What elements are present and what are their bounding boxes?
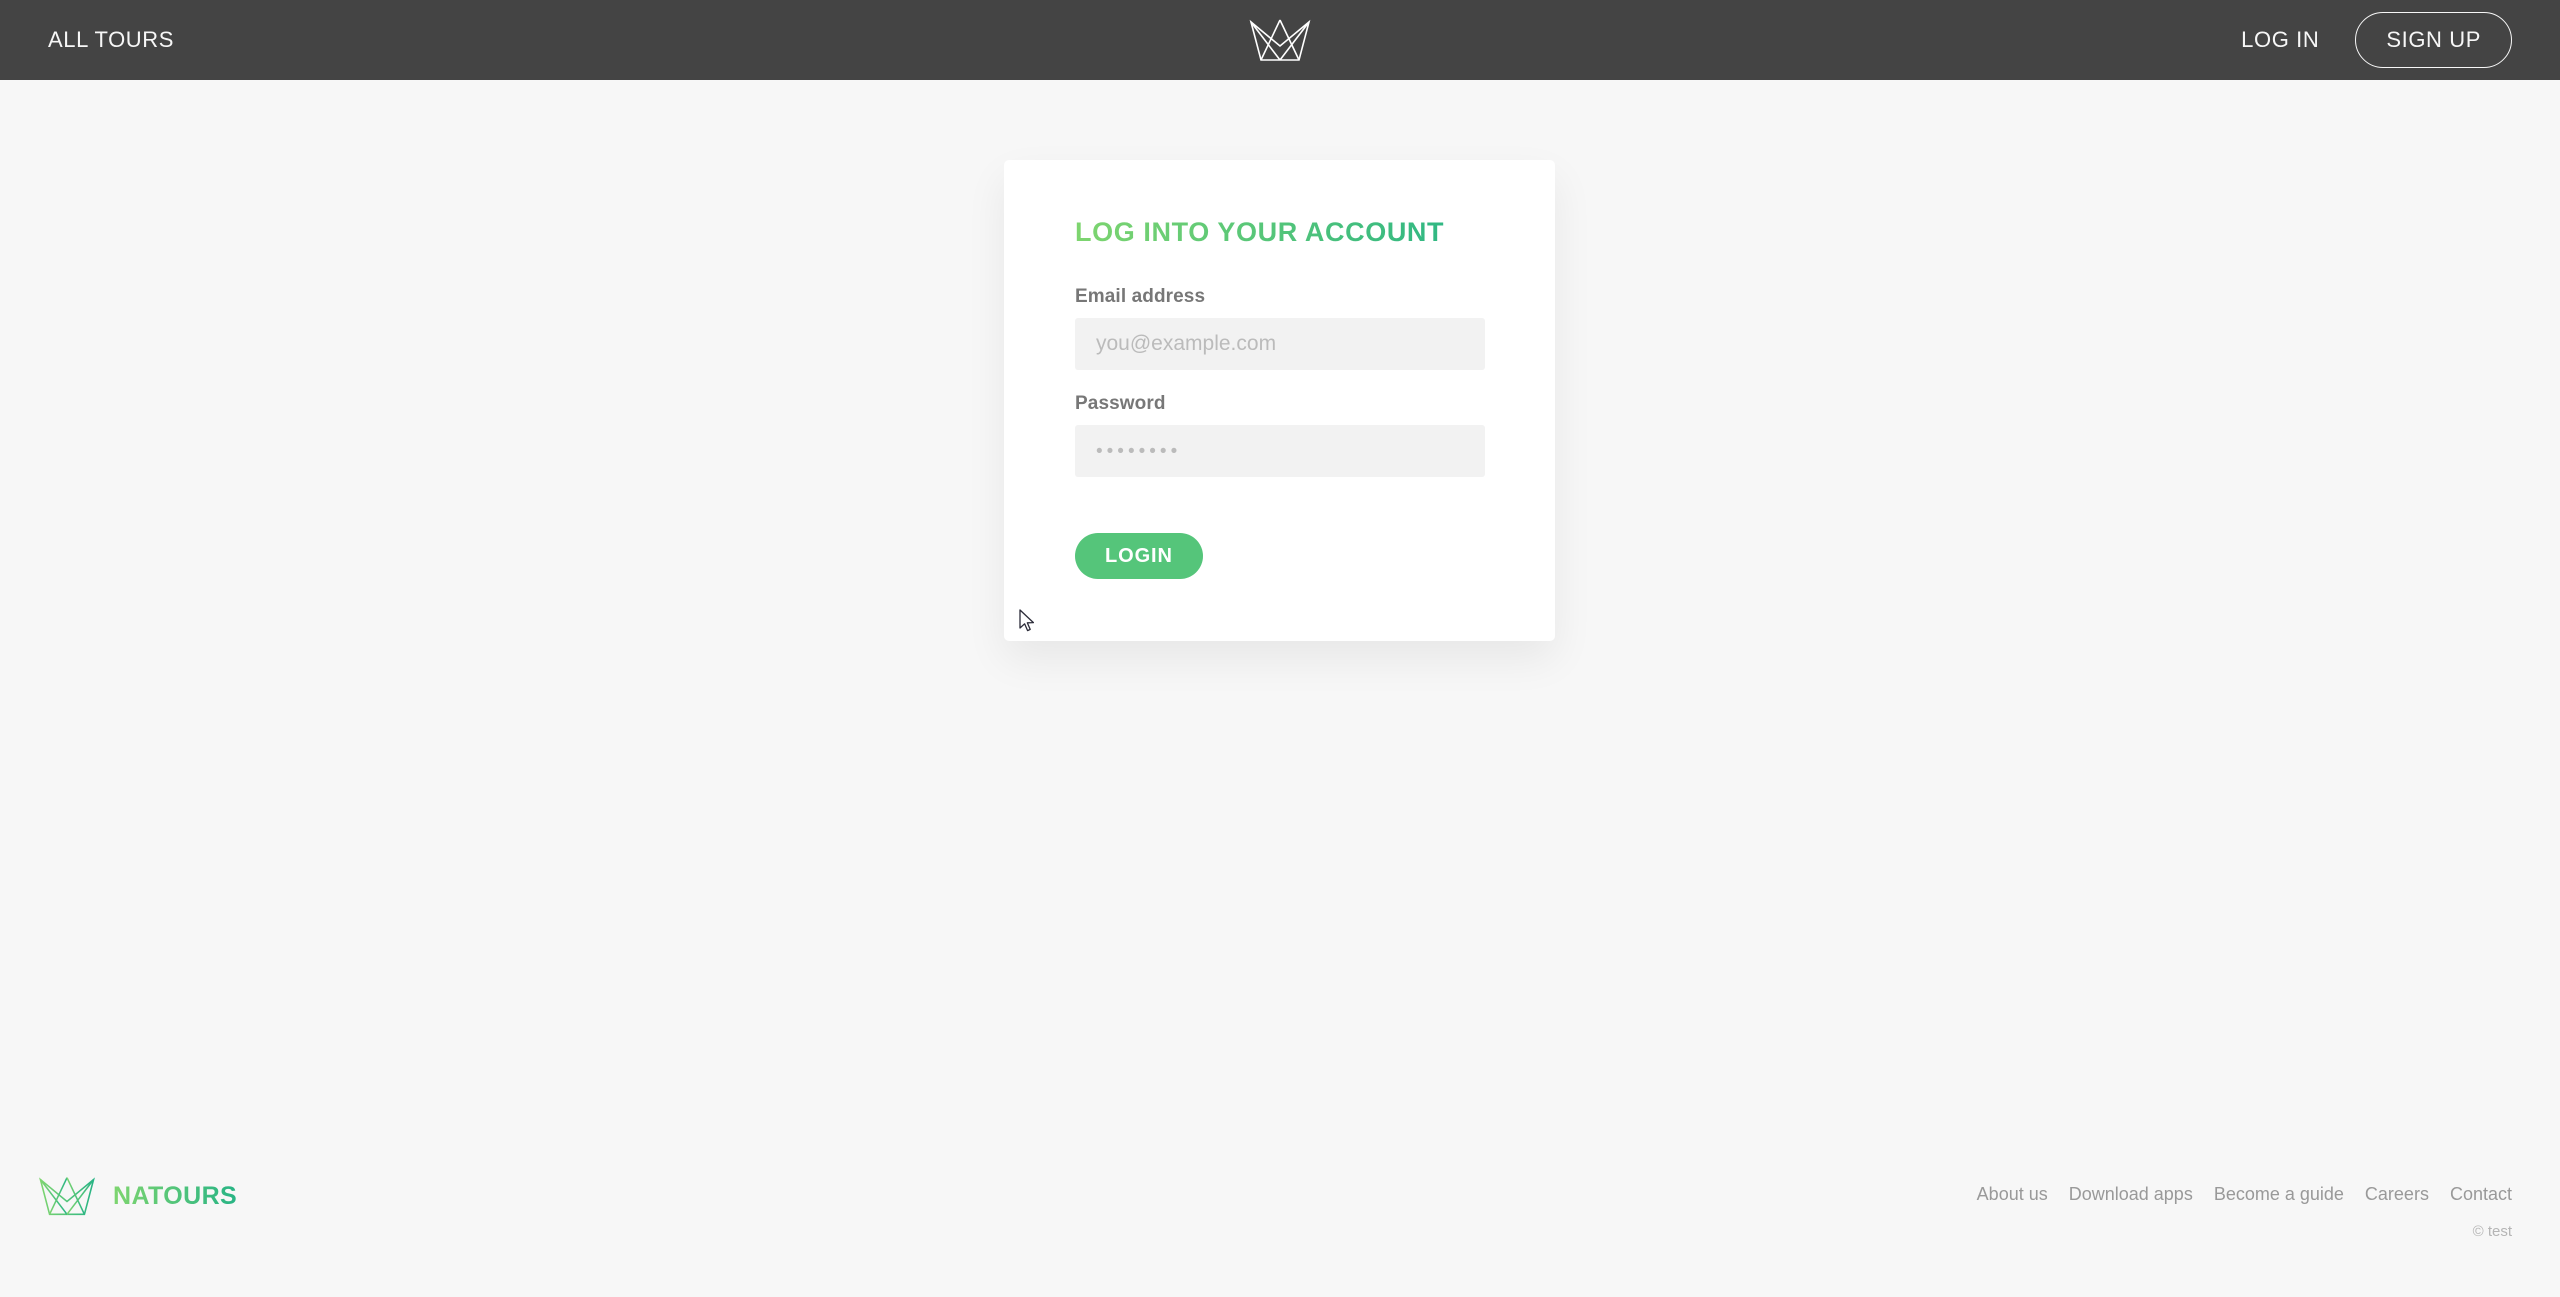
nav-logo-wrapper[interactable] [1249,16,1311,64]
email-label: Email address [1075,285,1206,307]
password-form-group: Password [1075,392,1485,477]
footer-link-about-us[interactable]: About us [1977,1184,2048,1204]
footer-brand[interactable]: NATOURS [38,1174,237,1218]
footer-nav-item: Download apps [2069,1184,2193,1205]
login-form: Email address Password LOGIN [1075,285,1485,579]
form-actions: LOGIN [1075,532,1484,579]
email-input[interactable] [1075,317,1485,370]
footer-nav-item: Careers [2365,1184,2429,1205]
footer-copyright: © test [2472,1223,2512,1240]
footer-nav-item: Become a guide [2214,1184,2344,1205]
footer-nav-item: About us [1977,1184,2048,1205]
footer-link-contact[interactable]: Contact [2450,1184,2512,1204]
nav-left-group: ALL TOURS [48,29,1249,51]
natours-crown-logo-icon [1249,19,1311,61]
footer-link-careers[interactable]: Careers [2365,1184,2429,1204]
natours-crown-logo-icon [39,1177,95,1216]
footer-right: About us Download apps Become a guide Ca… [1977,1174,2512,1240]
email-form-group: Email address [1075,285,1485,370]
login-card: LOG INTO YOUR ACCOUNT Email address Pass… [1004,160,1555,641]
login-submit-button[interactable]: LOGIN [1075,532,1203,579]
top-navigation-bar: ALL TOURS LOG IN SIGN UP [0,0,2560,80]
nav-right-group: LOG IN SIGN UP [1311,12,2512,68]
password-label: Password [1075,392,1166,414]
nav-link-log-in[interactable]: LOG IN [2241,29,2319,51]
footer-inner: NATOURS About us Download apps Become a … [38,1157,2512,1240]
footer-link-become-a-guide[interactable]: Become a guide [2214,1184,2344,1204]
page-footer: NATOURS About us Download apps Become a … [0,1157,2560,1297]
footer-brand-name: NATOURS [113,1181,238,1210]
nav-button-sign-up[interactable]: SIGN UP [2355,12,2512,68]
footer-link-download-apps[interactable]: Download apps [2069,1184,2193,1204]
footer-nav-item: Contact [2450,1184,2512,1205]
password-input[interactable] [1075,424,1485,477]
footer-nav-list: About us Download apps Become a guide Ca… [1977,1184,2512,1205]
login-heading: LOG INTO YOUR ACCOUNT [1075,217,1484,248]
main-content-area: LOG INTO YOUR ACCOUNT Email address Pass… [0,80,2560,1297]
nav-link-all-tours[interactable]: ALL TOURS [48,29,174,51]
